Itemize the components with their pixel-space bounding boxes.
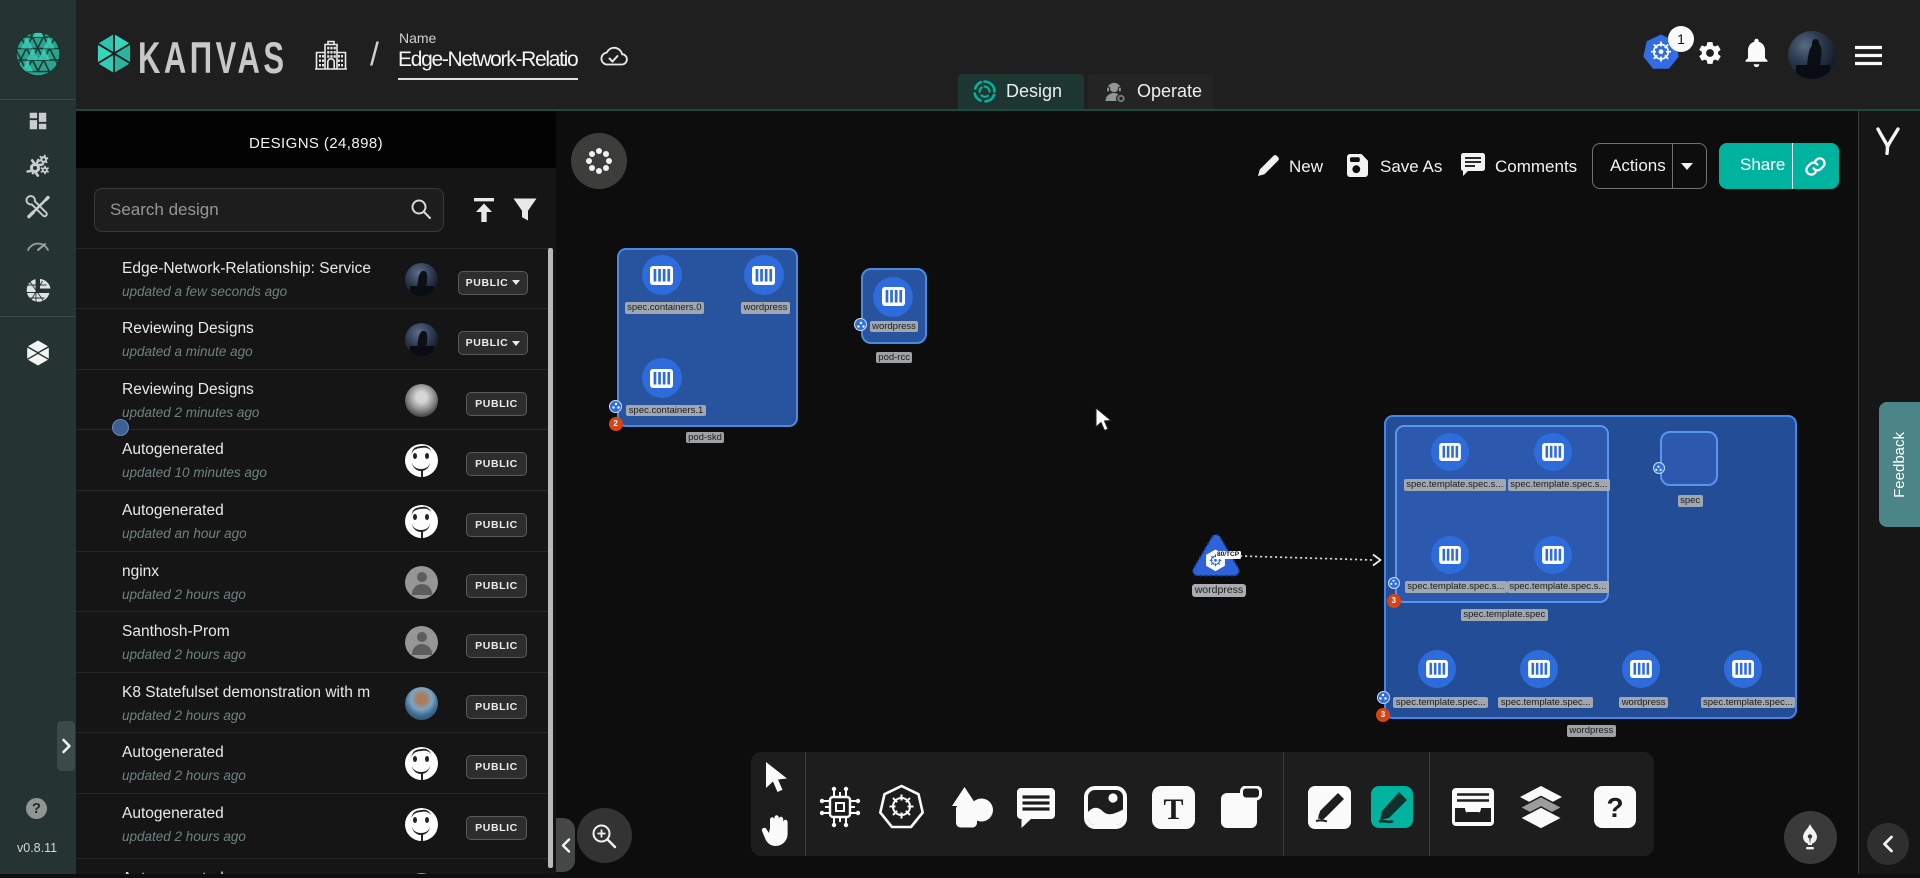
svg-text:T: T — [1163, 793, 1183, 826]
svg-text:?: ? — [1606, 792, 1623, 823]
